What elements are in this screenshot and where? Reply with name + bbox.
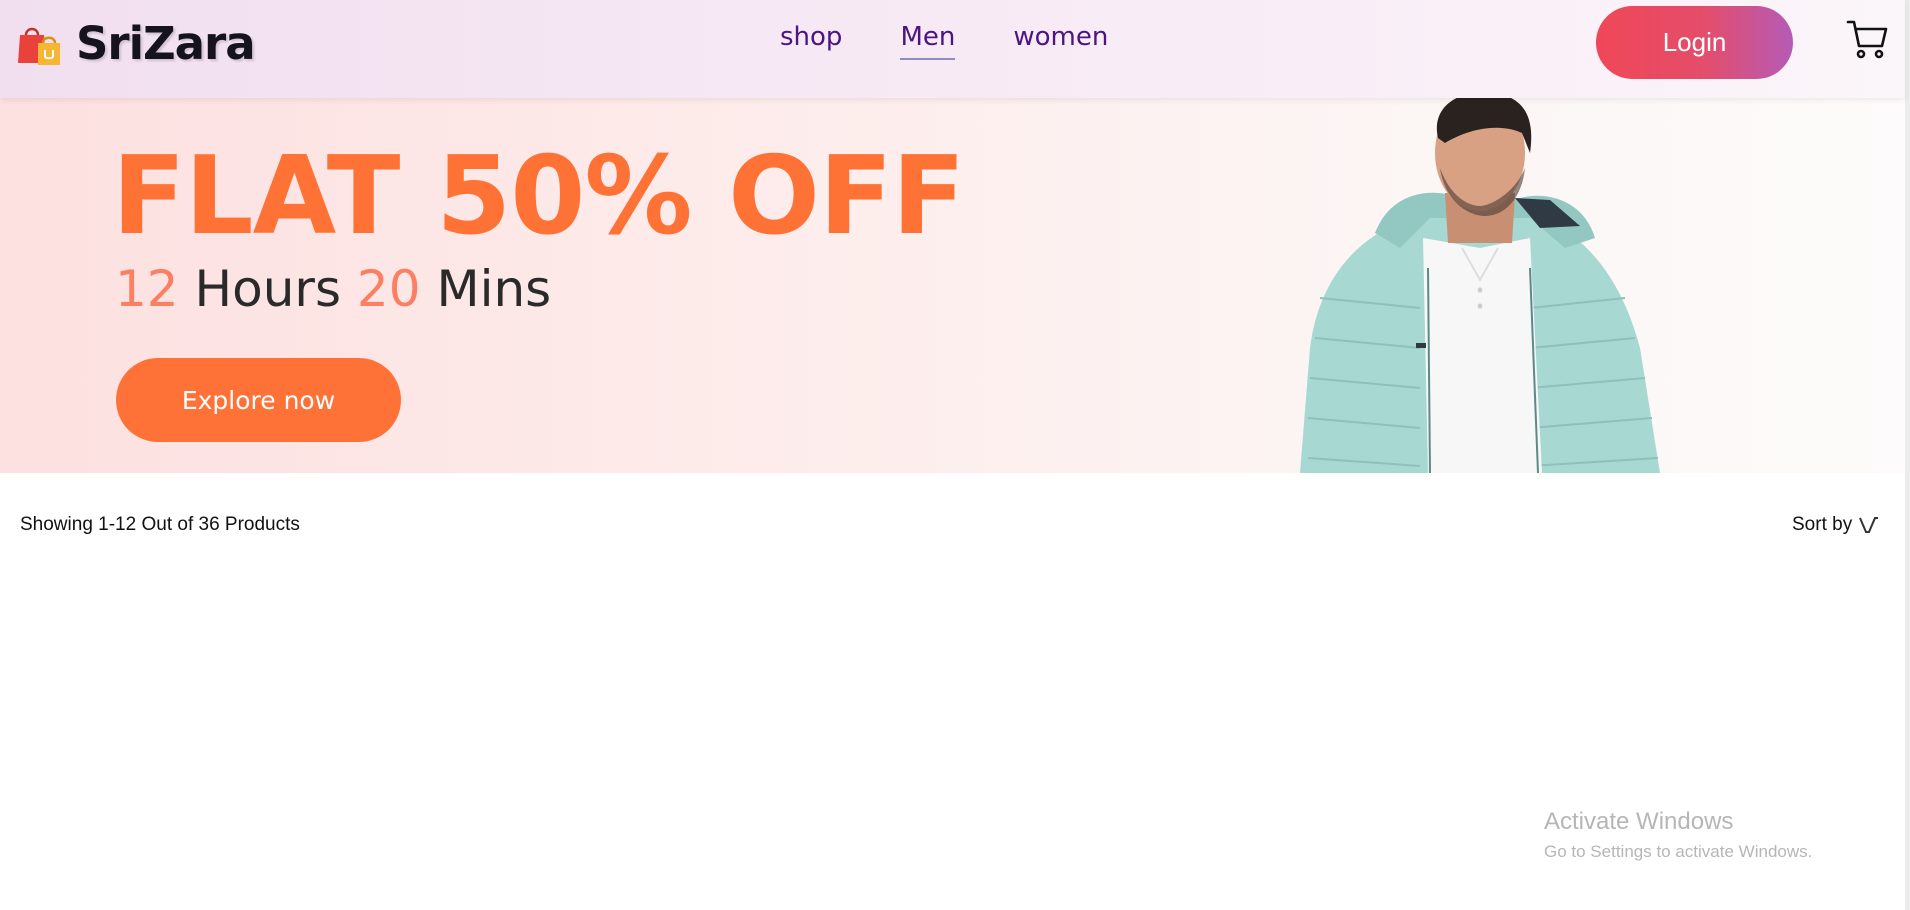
countdown-hours-label: Hours	[194, 260, 342, 318]
scrollbar-track[interactable]	[1905, 0, 1910, 910]
nav-item-shop[interactable]: shop	[780, 22, 842, 60]
brand-logo[interactable]: SriZara	[14, 16, 256, 70]
promo-headline: FLAT 50% OFF	[112, 134, 966, 259]
sort-dropdown[interactable]: Sort by	[1792, 514, 1880, 536]
sale-countdown: 12 Hours 20 Mins	[115, 260, 551, 318]
brand-name: SriZara	[76, 16, 256, 70]
cart-icon[interactable]	[1846, 18, 1888, 60]
watermark-title: Activate Windows	[1544, 808, 1734, 835]
nav-item-men[interactable]: Men	[900, 22, 956, 60]
model-photo	[1300, 98, 1660, 473]
watermark-subtitle: Go to Settings to activate Windows.	[1544, 842, 1813, 861]
nav-item-women[interactable]: women	[1013, 22, 1108, 60]
chevron-down-icon	[1859, 517, 1879, 533]
promo-banner: FLAT 50% OFF 12 Hours 20 Mins Explore no…	[0, 98, 1905, 473]
site-header: SriZara shop Men women Login	[0, 0, 1905, 98]
main-nav: shop Men women	[780, 22, 1108, 60]
login-button[interactable]: Login	[1596, 6, 1793, 79]
explore-now-button[interactable]: Explore now	[116, 358, 401, 442]
countdown-hours-value: 12	[115, 260, 179, 318]
page: SriZara shop Men women Login FLAT 50% OF…	[0, 0, 1910, 910]
sort-label: Sort by	[1792, 514, 1853, 535]
os-activation-watermark: Activate Windows Go to Settings to activ…	[1544, 808, 1812, 862]
shopping-bags-icon	[18, 27, 60, 65]
products-count: Showing 1-12 Out of 36 Products	[20, 514, 300, 535]
countdown-mins-value: 20	[356, 260, 421, 318]
countdown-mins-label: Mins	[436, 260, 552, 318]
